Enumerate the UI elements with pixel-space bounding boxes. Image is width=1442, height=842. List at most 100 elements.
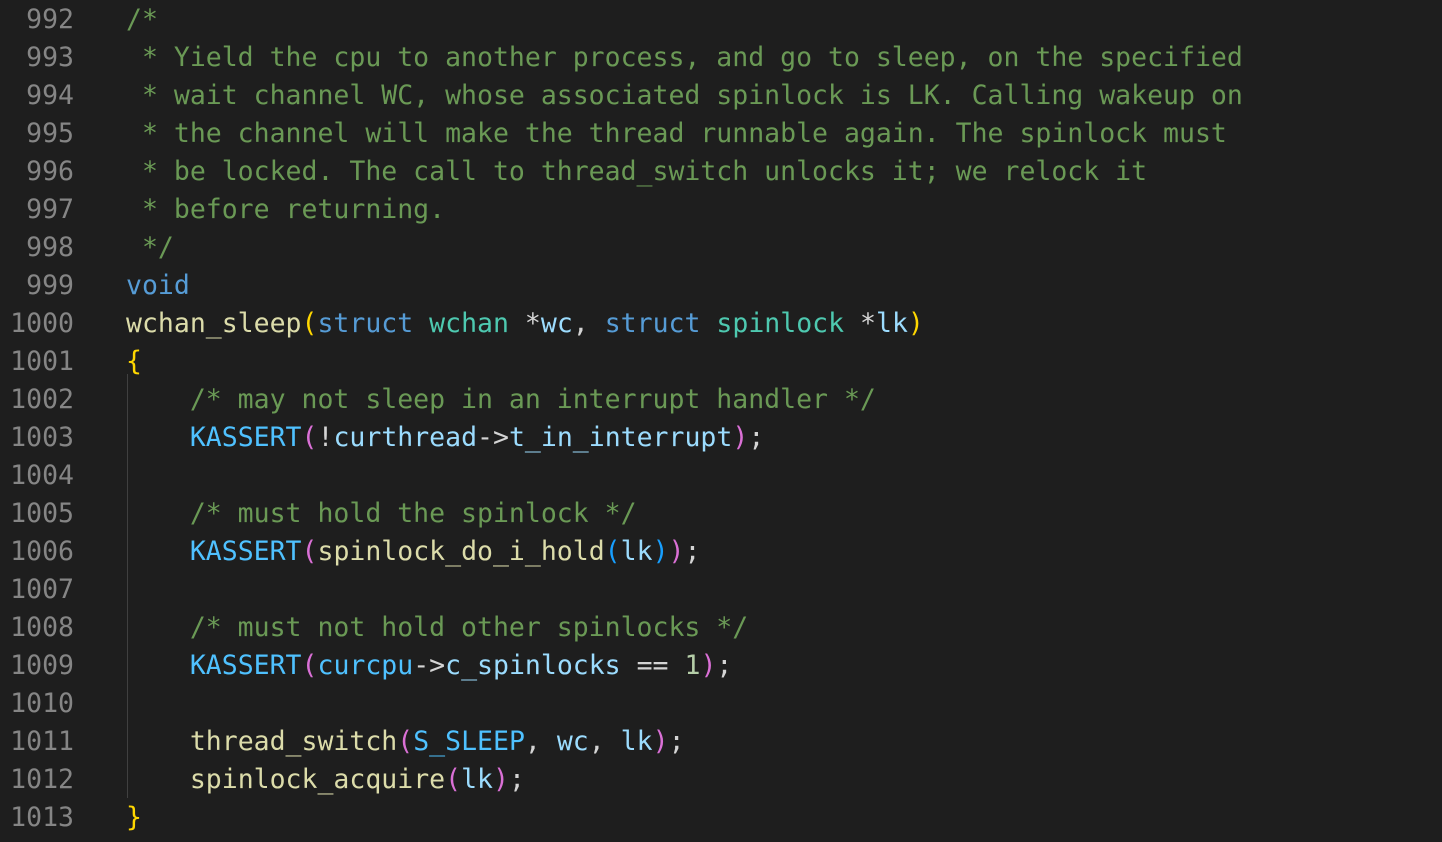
line-number: 997: [26, 194, 74, 225]
code-token: lk: [620, 726, 653, 757]
code-token: curcpu: [317, 650, 414, 681]
code-token: ): [732, 422, 749, 453]
code-token: lk: [461, 764, 493, 795]
code-token: wchan_sleep: [126, 308, 302, 339]
code-token: S_SLEEP: [413, 726, 525, 757]
line-code: KASSERT(spinlock_do_i_hold(lk));: [126, 533, 701, 571]
line-number: 1003: [10, 422, 74, 453]
code-editor[interactable]: 992 /* 993 * Yield the cpu to another proc…: [0, 0, 1442, 842]
code-token: /* must not hold other spinlocks */: [126, 612, 749, 643]
code-line[interactable]: 1002 /* may not sleep in an interrupt ha…: [0, 381, 1442, 419]
line-code: */: [126, 229, 174, 267]
code-token: ;: [668, 726, 685, 757]
code-line[interactable]: 1010: [0, 685, 1442, 723]
code-line[interactable]: 1000 wchan_sleep(struct wchan *wc, struct…: [0, 305, 1442, 343]
code-token: * the channel will make the thread runna…: [126, 118, 1227, 149]
line-number: 1012: [10, 764, 74, 795]
line-number: 1006: [10, 536, 74, 567]
line-number: 1004: [10, 460, 74, 491]
line-number: 1011: [10, 726, 74, 757]
line-code: * be locked. The call to thread_switch u…: [126, 153, 1147, 191]
code-token: wc: [556, 726, 589, 757]
line-number: 995: [26, 118, 74, 149]
code-token: ;: [748, 422, 765, 453]
line-number: 1001: [10, 346, 74, 377]
code-token: ): [907, 308, 924, 339]
line-code: KASSERT(!curthread->t_in_interrupt);: [126, 419, 764, 457]
code-token: * before returning.: [126, 194, 446, 225]
code-line[interactable]: 996 * be locked. The call to thread_swit…: [0, 153, 1442, 191]
line-number: 1010: [10, 688, 74, 719]
code-token: spinlock: [716, 308, 845, 339]
code-token: c_spinlocks: [445, 650, 621, 681]
code-token: KASSERT: [189, 536, 302, 567]
code-token: t_in_interrupt: [508, 422, 733, 453]
code-token: ): [668, 536, 685, 567]
code-line[interactable]: 999 void: [0, 267, 1442, 305]
line-number: 994: [26, 80, 74, 111]
code-line[interactable]: 1006 KASSERT(spinlock_do_i_hold(lk));: [0, 533, 1442, 571]
code-token: (: [397, 726, 414, 757]
code-token: /* may not sleep in an interrupt handler…: [126, 384, 876, 415]
code-token: (: [445, 764, 462, 795]
code-token: 1: [684, 650, 701, 681]
code-token: ): [493, 764, 509, 795]
code-line[interactable]: 1013}: [0, 799, 1442, 837]
code-token: ,: [572, 308, 605, 339]
line-code: /*: [126, 1, 158, 39]
code-line[interactable]: 1003 KASSERT(!curthread->t_in_interrupt)…: [0, 419, 1442, 457]
code-token: wchan: [429, 308, 509, 339]
line-code: KASSERT(curcpu->c_spinlocks == 1);: [126, 647, 733, 685]
code-line[interactable]: 992 /*: [0, 1, 1442, 39]
code-token: ->: [413, 650, 446, 681]
code-token: (: [301, 422, 318, 453]
code-line[interactable]: 998 */: [0, 229, 1442, 267]
code-token: }: [126, 802, 142, 833]
code-token: struct: [604, 308, 701, 339]
code-token: ->: [477, 422, 509, 453]
line-number: 993: [26, 42, 74, 73]
code-line[interactable]: 1004: [0, 457, 1442, 495]
code-line[interactable]: 1012 spinlock_acquire(lk);: [0, 761, 1442, 799]
code-line[interactable]: 997 * before returning.: [0, 191, 1442, 229]
code-token: (: [301, 308, 318, 339]
code-line[interactable]: 1011 thread_switch(S_SLEEP, wc, lk);: [0, 723, 1442, 761]
line-number: 1005: [10, 498, 74, 529]
code-token: wc: [540, 308, 573, 339]
code-line[interactable]: 1005 /* must hold the spinlock */: [0, 495, 1442, 533]
code-token: spinlock_do_i_hold: [317, 536, 605, 567]
code-token: *: [844, 308, 876, 339]
code-line[interactable]: 1009 KASSERT(curcpu->c_spinlocks == 1);: [0, 647, 1442, 685]
line-number: 999: [26, 270, 74, 301]
code-token: (: [604, 536, 621, 567]
line-code: * wait channel WC, whose associated spin…: [126, 77, 1243, 115]
line-number: 1009: [10, 650, 74, 681]
code-token: thread_switch: [189, 726, 398, 757]
code-line[interactable]: 995 * the channel will make the thread r…: [0, 115, 1442, 153]
code-token: * wait channel WC, whose associated spin…: [126, 80, 1243, 111]
line-number: 1008: [10, 612, 74, 643]
line-code: /* must not hold other spinlocks */: [126, 609, 748, 647]
code-token: /* must hold the spinlock */: [126, 498, 637, 529]
line-code: /* must hold the spinlock */: [126, 495, 637, 533]
code-line[interactable]: 993 * Yield the cpu to another process, …: [0, 39, 1442, 77]
line-code: spinlock_acquire(lk);: [126, 761, 525, 799]
code-token: struct: [317, 308, 414, 339]
code-line[interactable]: 1007: [0, 571, 1442, 609]
line-number: 992: [26, 4, 74, 35]
code-token: ;: [716, 650, 733, 681]
line-number: 1013: [10, 802, 74, 833]
line-code: wchan_sleep(struct wchan *wc, struct spi…: [126, 305, 924, 343]
line-number: 1007: [10, 574, 74, 605]
line-code: /* may not sleep in an interrupt handler…: [126, 381, 876, 419]
code-line[interactable]: 1008 /* must not hold other spinlocks */: [0, 609, 1442, 647]
code-line[interactable]: 1001 {: [0, 343, 1442, 381]
code-token: !: [317, 422, 334, 453]
code-line[interactable]: 994 * wait channel WC, whose associated …: [0, 77, 1442, 115]
line-number: 1000: [10, 308, 74, 339]
code-token: (: [301, 650, 318, 681]
